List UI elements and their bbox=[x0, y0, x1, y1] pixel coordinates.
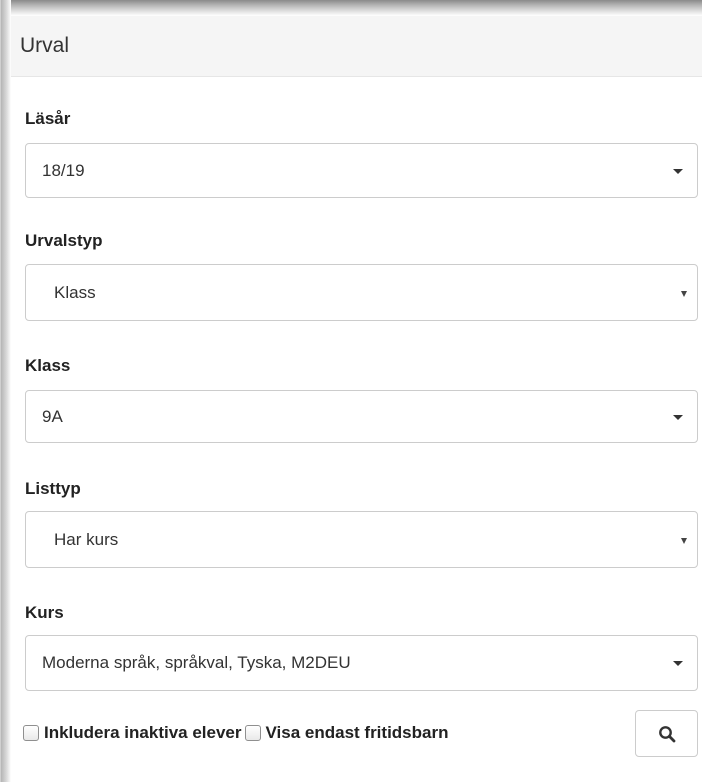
klass-select[interactable]: 9A bbox=[25, 390, 698, 443]
urvalstyp-select[interactable]: Klass bbox=[25, 264, 698, 321]
listtyp-select-value: Har kurs bbox=[54, 529, 119, 549]
chevron-down-icon bbox=[673, 661, 683, 666]
filter-options-row: Inkludera inaktiva elever Visa endast fr… bbox=[23, 710, 451, 756]
selection-panel: Urval Läsår 18/19 Urvalstyp Klass Klass … bbox=[11, 16, 702, 782]
chevron-down-icon bbox=[673, 168, 683, 174]
chevron-down-icon bbox=[681, 290, 687, 297]
left-shadow bbox=[1, 0, 11, 782]
chevron-down-icon bbox=[681, 537, 687, 544]
search-button[interactable] bbox=[635, 710, 698, 757]
only-afterschool-label[interactable]: Visa endast fritidsbarn bbox=[266, 723, 449, 743]
lasar-label: Läsår bbox=[25, 109, 71, 128]
panel-title: Urval bbox=[20, 34, 70, 57]
lasar-select-value: 18/19 bbox=[42, 160, 85, 180]
include-inactive-label[interactable]: Inkludera inaktiva elever bbox=[44, 723, 242, 743]
listtyp-label: Listtyp bbox=[25, 479, 81, 498]
search-icon bbox=[658, 725, 675, 742]
kurs-label: Kurs bbox=[25, 603, 64, 622]
kurs-select[interactable]: Moderna språk, språkval, Tyska, M2DEU bbox=[25, 635, 698, 691]
window-frame: Urval Läsår 18/19 Urvalstyp Klass Klass … bbox=[0, 0, 702, 782]
listtyp-select[interactable]: Har kurs bbox=[25, 511, 698, 568]
include-inactive-checkbox[interactable] bbox=[23, 725, 39, 741]
urvalstyp-select-value: Klass bbox=[54, 282, 96, 302]
urvalstyp-label: Urvalstyp bbox=[25, 231, 103, 250]
panel-heading: Urval bbox=[11, 16, 702, 77]
kurs-select-value: Moderna språk, språkval, Tyska, M2DEU bbox=[42, 653, 351, 672]
top-shadow bbox=[1, 0, 702, 16]
only-afterschool-checkbox[interactable] bbox=[244, 725, 261, 741]
klass-label: Klass bbox=[25, 356, 71, 375]
chevron-down-icon bbox=[673, 414, 683, 420]
lasar-select[interactable]: 18/19 bbox=[25, 143, 698, 198]
klass-select-value: 9A bbox=[42, 406, 63, 426]
